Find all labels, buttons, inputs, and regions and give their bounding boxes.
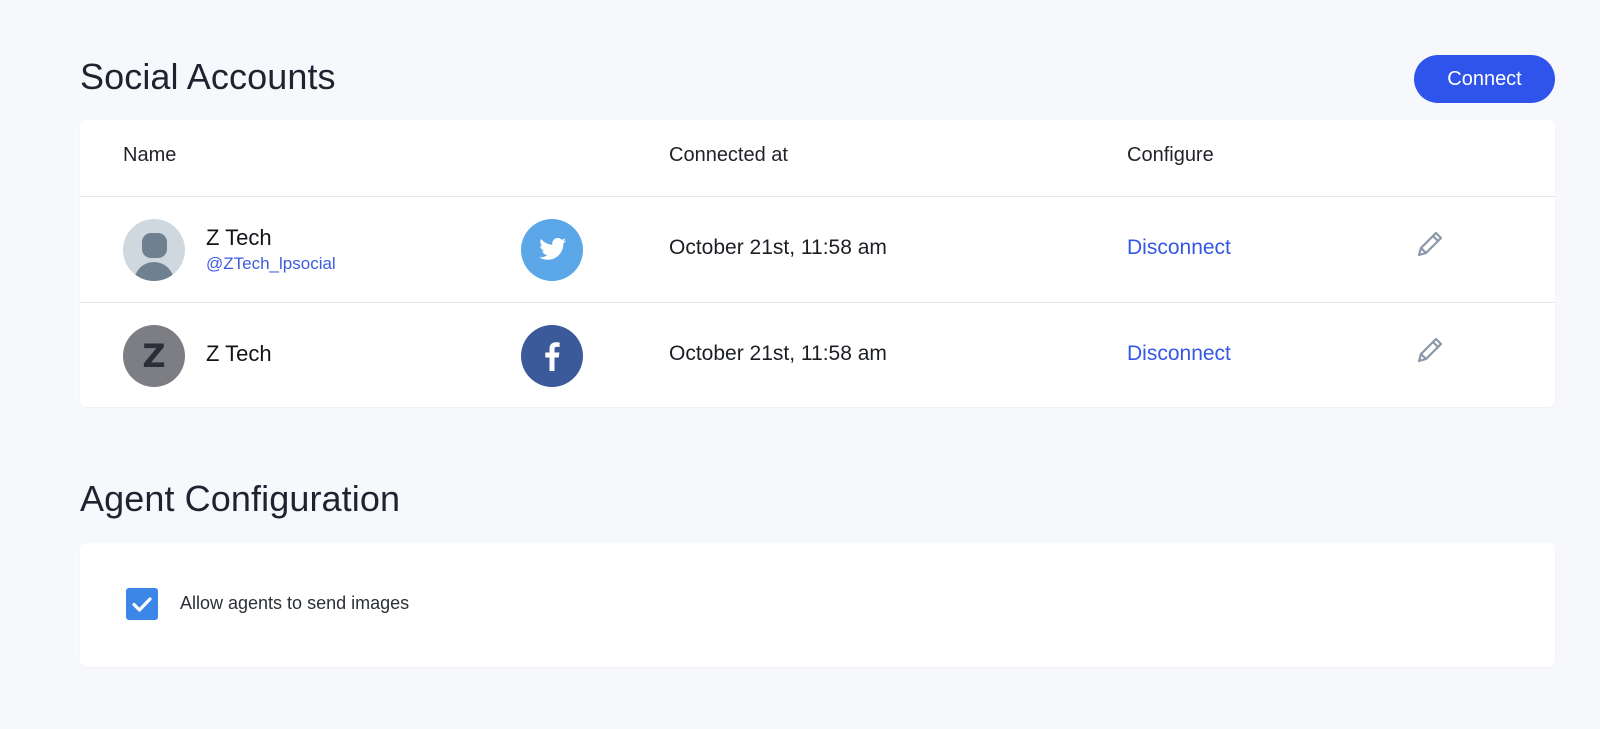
disconnect-link[interactable]: Disconnect <box>1127 342 1231 366</box>
pencil-icon[interactable] <box>1413 333 1447 367</box>
connected-at-value: October 21st, 11:58 am <box>669 236 887 259</box>
agent-configuration-title: Agent Configuration <box>80 478 401 519</box>
checkmark-icon <box>132 597 152 612</box>
column-header-name: Name <box>123 144 177 166</box>
connect-button[interactable]: Connect <box>1414 55 1555 103</box>
account-name: Z Tech <box>206 341 272 366</box>
column-header-connected-at: Connected at <box>669 144 788 166</box>
pencil-icon[interactable] <box>1413 227 1447 261</box>
column-header-configure: Configure <box>1127 144 1214 166</box>
agent-configuration-card: Allow agents to send images <box>80 543 1555 667</box>
table-header: Name Connected at Configure <box>80 120 1555 197</box>
account-name: Z Tech <box>206 225 272 250</box>
connected-at-value: October 21st, 11:58 am <box>669 342 887 365</box>
table-row: Z Z Tech October 21st, 11:58 am Disconne… <box>80 302 1555 408</box>
allow-images-checkbox[interactable] <box>126 588 158 620</box>
allow-images-label: Allow agents to send images <box>180 593 410 613</box>
twitter-icon <box>521 219 583 281</box>
person-placeholder-icon <box>123 219 185 281</box>
social-accounts-title: Social Accounts <box>80 56 336 97</box>
account-handle-link[interactable]: @ZTech_lpsocial <box>206 254 336 274</box>
social-accounts-table: Name Connected at Configure Z Tech @ZTec… <box>80 120 1555 407</box>
avatar: Z <box>123 325 185 387</box>
facebook-icon <box>521 325 583 387</box>
table-row: Z Tech @ZTech_lpsocial October 21st, 11:… <box>80 197 1555 302</box>
disconnect-link[interactable]: Disconnect <box>1127 236 1231 260</box>
